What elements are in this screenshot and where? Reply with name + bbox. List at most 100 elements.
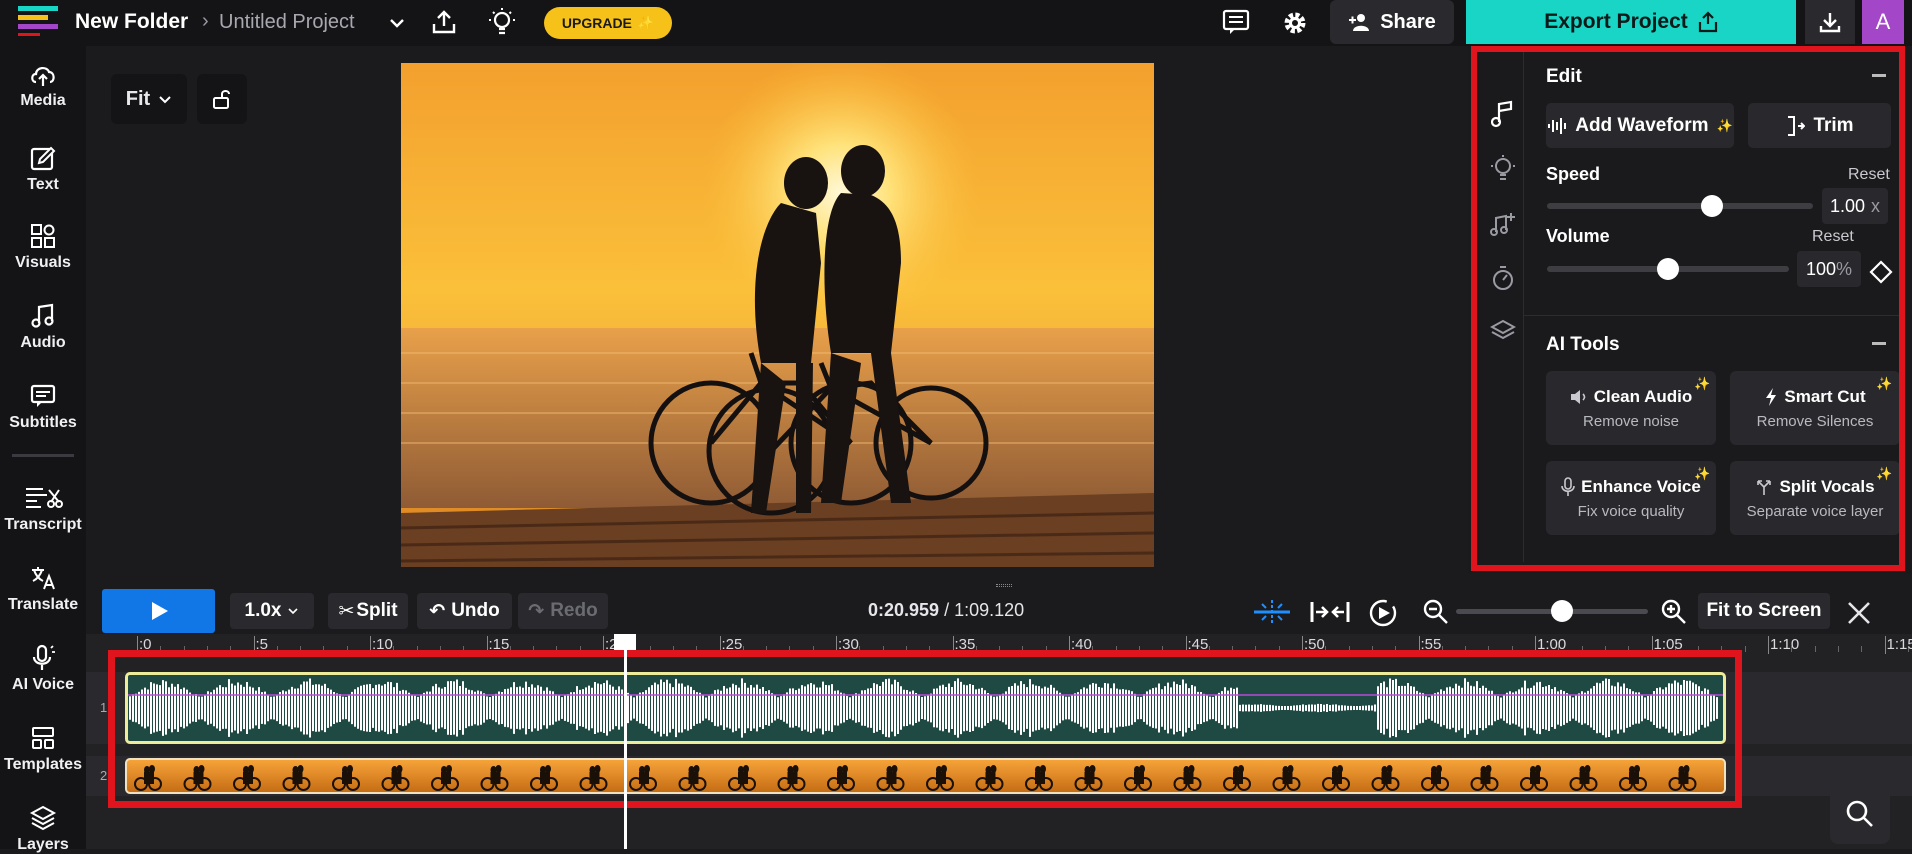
lightbulb-icon[interactable]	[487, 7, 517, 37]
ruler-label: 1:10	[1770, 636, 1799, 653]
playback-speed-dropdown[interactable]: 1.0x	[230, 593, 314, 629]
sidebar-item-label: Transcript	[4, 516, 81, 534]
current-time: 0:20.959	[868, 600, 939, 620]
download-button[interactable]	[1805, 0, 1855, 44]
scissors-icon: ✂	[338, 600, 354, 623]
undo-icon: ↶	[429, 600, 445, 623]
project-title[interactable]: Untitled Project	[219, 11, 355, 34]
playhead-handle[interactable]	[614, 634, 636, 650]
search-button[interactable]	[1830, 784, 1890, 844]
fit-label: Fit	[126, 88, 150, 111]
sidebar-item-visuals[interactable]: Visuals	[0, 222, 86, 272]
download-icon	[1818, 10, 1842, 34]
sidebar-item-label: Visuals	[15, 254, 71, 272]
layers-icon	[29, 804, 57, 832]
sidebar-item-label: Translate	[8, 596, 78, 614]
ruler-minor-tick	[1861, 646, 1862, 652]
subtitles-icon	[29, 382, 57, 410]
search-icon	[1845, 799, 1875, 829]
resize-grip-icon[interactable]	[996, 584, 1012, 587]
upload-cloud-icon	[29, 62, 57, 88]
split-label: Split	[356, 600, 397, 622]
play-icon	[148, 600, 170, 622]
undo-button[interactable]: ↶ Undo	[417, 593, 512, 629]
sidebar-item-text[interactable]: Text	[0, 146, 86, 194]
sidebar-item-layers[interactable]: Layers	[0, 804, 86, 854]
export-icon	[1698, 11, 1718, 33]
fit-clips-icon[interactable]	[1310, 598, 1350, 626]
sidebar-item-translate[interactable]: Translate	[0, 564, 86, 614]
comments-icon[interactable]	[1222, 9, 1250, 35]
redo-label: Redo	[550, 600, 598, 622]
zoom-slider-handle[interactable]	[1551, 600, 1573, 622]
upgrade-button[interactable]: UPGRADE ✨	[544, 7, 672, 39]
play-button[interactable]	[102, 589, 215, 633]
timeline-highlight-frame	[108, 650, 1742, 808]
sidebar-item-label: Layers	[17, 836, 69, 854]
chevron-down-icon	[158, 92, 172, 106]
sidebar-divider	[12, 454, 74, 457]
time-display: 0:20.959 / 1:09.120	[868, 600, 1024, 621]
sidebar-item-label: Audio	[20, 334, 65, 352]
left-sidebar: Media Text Visuals Audio Subtitles Trans…	[0, 46, 86, 849]
close-icon[interactable]	[1846, 600, 1872, 626]
gear-icon[interactable]	[1281, 9, 1309, 37]
sparkle-icon: ✨	[638, 15, 654, 31]
shapes-icon	[29, 222, 57, 250]
aspect-lock-button[interactable]	[197, 74, 247, 124]
snap-icon[interactable]	[1252, 598, 1292, 626]
top-bar: New Folder › Untitled Project UPGRADE ✨ …	[0, 0, 1912, 46]
add-user-icon	[1348, 12, 1372, 32]
playback-speed-value: 1.0x	[245, 600, 282, 622]
sidebar-item-label: Templates	[4, 756, 82, 774]
translate-icon	[29, 564, 57, 592]
app-logo-icon[interactable]	[18, 6, 60, 36]
share-label: Share	[1380, 11, 1436, 34]
video-preview-frame[interactable]	[401, 63, 1154, 567]
sidebar-item-templates[interactable]: Templates	[0, 724, 86, 774]
ruler-tick	[1768, 636, 1769, 654]
ruler-minor-tick	[1815, 646, 1816, 652]
music-note-icon	[29, 302, 57, 330]
ruler-label: 1:15	[1887, 636, 1912, 653]
breadcrumb-folder[interactable]: New Folder	[75, 10, 188, 34]
microphone-icon	[29, 644, 57, 672]
transcript-icon	[23, 484, 63, 512]
sidebar-item-audio[interactable]: Audio	[0, 302, 86, 352]
fit-to-screen-button[interactable]: Fit to Screen	[1698, 593, 1830, 629]
ruler-minor-tick	[1745, 646, 1746, 652]
upload-icon[interactable]	[430, 8, 458, 36]
zoom-in-icon[interactable]	[1660, 598, 1688, 626]
panel-highlight-frame	[1471, 46, 1905, 571]
playhead[interactable]	[624, 634, 627, 849]
ruler-minor-tick	[1838, 646, 1839, 652]
export-project-button[interactable]: Export Project	[1466, 0, 1796, 44]
time-separator: /	[944, 600, 954, 620]
sidebar-item-transcript[interactable]: Transcript	[0, 484, 86, 534]
sidebar-item-ai-voice[interactable]: AI Voice	[0, 644, 86, 694]
sidebar-item-label: Media	[20, 92, 65, 110]
split-button[interactable]: ✂ Split	[328, 593, 408, 629]
sidebar-item-media[interactable]: Media	[0, 62, 86, 110]
track-number: 2	[100, 768, 107, 783]
undo-label: Undo	[451, 600, 500, 622]
track-number: 1	[100, 700, 107, 715]
preview-playback-icon[interactable]	[1368, 598, 1398, 628]
templates-icon	[29, 724, 57, 752]
ruler-tick	[1885, 636, 1886, 654]
unlock-icon	[211, 88, 233, 110]
fit-to-screen-label: Fit to Screen	[1706, 600, 1821, 622]
redo-button[interactable]: ↷ Redo	[518, 593, 608, 629]
sidebar-item-subtitles[interactable]: Subtitles	[0, 382, 86, 432]
chevron-down-icon[interactable]	[388, 14, 406, 32]
edit-icon	[29, 146, 57, 172]
sidebar-item-label: Subtitles	[9, 414, 77, 432]
sidebar-item-label: AI Voice	[12, 676, 74, 694]
total-time: 1:09.120	[954, 600, 1024, 620]
avatar[interactable]: A	[1862, 0, 1904, 44]
zoom-out-icon[interactable]	[1422, 598, 1450, 626]
share-button[interactable]: Share	[1330, 0, 1454, 44]
upgrade-label: UPGRADE	[562, 15, 632, 31]
export-label: Export Project	[1544, 10, 1688, 34]
fit-dropdown[interactable]: Fit	[111, 74, 187, 124]
